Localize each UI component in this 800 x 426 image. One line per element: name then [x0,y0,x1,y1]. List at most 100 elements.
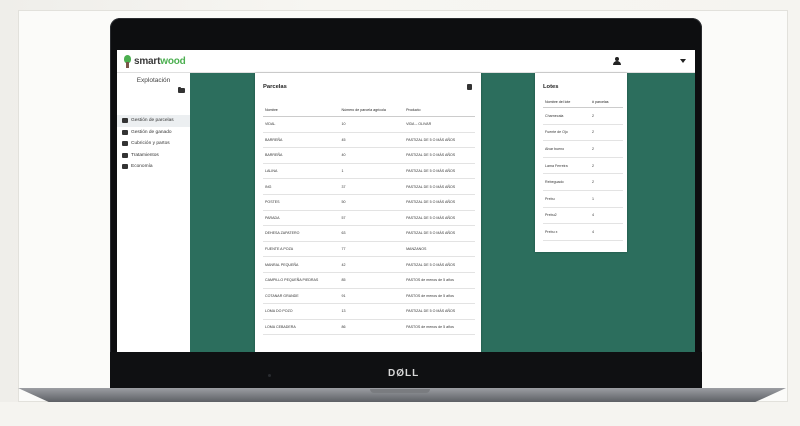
table-cell: 42 [339,256,405,273]
table-row[interactable]: PARADA 57 PASTIZAL DE 5 O MÁS AÑOS [263,210,475,227]
table-row[interactable]: Prebu2 4 [543,207,623,225]
lotes-title: Lotes [543,84,559,90]
sidebar-item-economia[interactable]: Economía [117,161,190,173]
sidebar-item-gestion-parcelas[interactable]: Gestión de parcelas [117,115,190,127]
table-cell: 2 [590,173,623,191]
column-header[interactable]: Producto [404,103,475,117]
column-header[interactable]: Número de parcela agrícola [339,103,405,117]
table-cell: 13 [339,303,405,320]
table-row[interactable]: Rebeguado 2 [543,173,623,191]
table-cell: 2 [590,124,623,142]
column-header[interactable]: Nombre del lote [543,97,591,108]
table-cell: PASTIZAL DE 5 O MÁS AÑOS [404,194,475,211]
app-header: smartwood [117,50,695,73]
table-cell: 57 [339,210,405,227]
lotes-card: Lotes Nombre del lote # parcelas Charnec… [535,73,627,252]
table-cell: PASTOS de menos de 5 años [404,272,475,289]
table-cell: 1 [339,163,405,180]
column-header[interactable]: Nombre [263,103,340,117]
table-cell: FUENTE A POZA [263,241,340,258]
sidebar-title: Explotación [136,77,171,84]
table-row[interactable]: Prebu 1 [543,190,623,208]
table-cell: 2 [590,140,623,158]
table-cell: 86 [339,319,405,336]
table-row[interactable]: CAMPILLO PEQUEÑA PIEDRAS 85 PASTOS de meno… [263,272,475,289]
table-cell: VIDAL [263,116,340,133]
table-cell: PASTOS de menos de 5 años [404,288,475,305]
sidebar-item-gestion-ganado[interactable]: Gestión de ganado [117,127,190,139]
table-cell: Prebu x [543,223,591,241]
parcelas-table-body: VIDAL 10 VIDA – OLIVAR BARREÑA 45 PASTIZAL DE… [263,116,475,336]
table-row[interactable]: ING 37 PASTIZAL DE 5 O MÁS AÑOS [263,178,475,195]
table-row[interactable]: LALINA 1 PASTIZAL DE 5 O MÁS AÑOS [263,163,475,180]
sidebar-item-tratamientos[interactable]: Tratamientos [117,150,190,162]
table-cell: Prebu [543,190,591,208]
table-row[interactable]: LOMA CEBADERA 86 PASTOS de menos de 5 años [263,319,475,336]
lotes-table-body: Charnecala 2 Fuente de Ojo 2 Alvar bueno 2 Lam… [543,107,623,241]
lotes-table: Nombre del lote # parcelas Charnecala 2 Fu… [543,97,623,241]
table-cell: Lama Ferreira [543,157,591,175]
table-row[interactable]: BARREÑA 45 PASTIZAL DE 5 O MÁS AÑOS [263,132,475,149]
tree-icon [123,54,132,68]
laptop-hinge-notch [370,389,430,393]
table-cell: POSTES [263,194,340,211]
sidebar-item-label: Gestión de parcelas [131,118,174,124]
parcelas-table: Nombre Número de parcela agrícola Produc… [263,103,475,336]
table-cell: 2 [590,107,623,125]
map-icon [122,118,128,124]
table-cell: 4 [590,223,623,241]
table-row[interactable]: BARREÑA 40 PASTIZAL DE 5 O MÁS AÑOS [263,147,475,164]
user-icon[interactable] [613,57,621,65]
background-panel [627,73,695,352]
table-cell: 1 [590,190,623,208]
table-cell: Charnecala [543,107,591,125]
table-row[interactable]: MANRAL PEQUEÑA 42 PASTIZAL DE 5 O MÁS AÑOS [263,256,475,273]
table-row[interactable]: FUENTE A POZA 77 MANZANOS [263,241,475,258]
table-row[interactable]: Fuente de Ojo 2 [543,124,623,142]
table-cell: 10 [339,116,405,133]
parcelas-card: Parcelas Nombre Número de parcela agríco… [255,73,481,352]
caret-down-icon[interactable] [680,59,686,63]
camera-icon [268,374,271,377]
sidebar-item-label: Tratamientos [131,152,159,158]
chart-icon [122,164,128,170]
table-cell: Rebeguado [543,173,591,191]
table-row[interactable]: VIDAL 10 VIDA – OLIVAR [263,116,475,133]
table-cell: LALINA [263,163,340,180]
table-row[interactable]: DEHESA ZAPATERO 63 PASTIZAL DE 5 O MÁS AÑO… [263,225,475,242]
table-cell: LOMA CEBADERA [263,319,340,336]
table-cell: COTANAR GRANDE [263,288,340,305]
table-cell: 37 [339,178,405,195]
table-row[interactable]: COTANAR GRANDE 91 PASTOS de menos de 5 año… [263,288,475,305]
table-row[interactable]: Charnecala 2 [543,107,623,125]
sidebar-item-label: Gestión de ganado [131,129,172,135]
column-header[interactable]: # parcelas [590,97,623,108]
table-cell: CAMPILLO PEQUEÑA PIEDRAS [263,272,340,289]
table-row[interactable]: Alvar bueno 2 [543,140,623,158]
sidebar-item-label: Cubrición y partos [131,141,170,147]
folder-icon[interactable] [178,86,185,93]
pdf-icon[interactable] [467,84,472,90]
cow-icon [122,129,128,135]
table-row[interactable]: POSTES 50 PASTIZAL DE 5 O MÁS AÑOS [263,194,475,211]
table-cell: DEHESA ZAPATERO [263,225,340,242]
app-logo[interactable]: smartwood [123,54,186,68]
table-cell: 50 [339,194,405,211]
sidebar-item-cubricion-partos[interactable]: Cubrición y partos [117,138,190,150]
table-cell: MANZANOS [404,241,475,258]
background-panel [190,73,255,352]
table-cell: BARREÑA [263,147,340,164]
sidebar-nav: Gestión de parcelas Gestión de ganado Cu… [117,115,190,173]
table-cell: PASTIZAL DE 5 O MÁS AÑOS [404,210,475,227]
logo-text: smartwood [134,55,186,67]
table-cell: 40 [339,147,405,164]
table-header-row: Nombre Número de parcela agrícola Produc… [263,103,475,117]
table-row[interactable]: Lama Ferreira 2 [543,157,623,175]
table-cell: Fuente de Ojo [543,124,591,142]
table-row[interactable]: LOMA DO POZO 13 PASTIZAL DE 5 O MÁS AÑOS [263,303,475,320]
gender-icon [122,141,128,147]
table-row[interactable]: Prebu x4 [543,223,623,241]
sidebar-item-label: Economía [131,164,153,170]
background-panel [481,73,535,352]
laptop-brand-logo: DØLL [388,368,420,379]
